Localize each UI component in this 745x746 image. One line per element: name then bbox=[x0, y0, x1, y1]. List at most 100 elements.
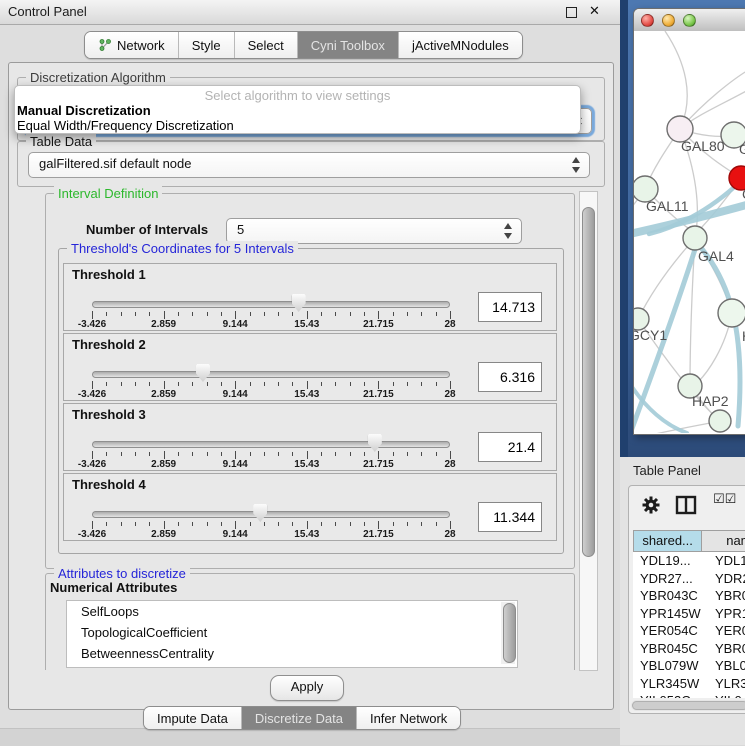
cell-name: YBR0 bbox=[710, 587, 745, 605]
network-node[interactable] bbox=[718, 299, 745, 327]
popup-item-equal-width-frequency[interactable]: Equal Width/Frequency Discretization bbox=[15, 118, 580, 133]
table-hscrollbar[interactable] bbox=[631, 700, 745, 711]
network-node-label: GAL11 bbox=[646, 198, 689, 214]
attribute-item[interactable]: BetweennessCentrality bbox=[67, 643, 517, 664]
threshold-value-box[interactable]: 11.344 bbox=[478, 502, 542, 532]
network-canvas[interactable]: GAL80G.CGAL11GAL4GCY1HHAP2 bbox=[634, 31, 745, 434]
numerical-attributes-list[interactable]: SelfLoopsTopologicalCoefficientBetweenne… bbox=[66, 600, 518, 668]
cell-shared-name: YBL079W bbox=[633, 657, 710, 675]
network-window-titlebar[interactable] bbox=[634, 9, 745, 32]
bottom-tabstrip: Impute Data Discretize Data Infer Network bbox=[143, 706, 461, 730]
settings-gear-icon[interactable] bbox=[641, 495, 661, 515]
top-tabstrip: Network Style Select Cyni ToolboxjActiveMNo… bbox=[84, 31, 523, 59]
table-row[interactable]: YPR145WYPR1 bbox=[633, 605, 745, 623]
network-icon bbox=[98, 38, 112, 52]
network-graph: GAL80G.CGAL11GAL4GCY1HHAP2 bbox=[634, 31, 745, 433]
table-rows: YDL19...YDL1YDR27...YDR2YBR043CYBR0YPR14… bbox=[633, 552, 745, 698]
threshold-slider[interactable]: -3.4262.8599.14415.4321.71528 bbox=[92, 404, 450, 472]
threshold-value-box[interactable]: 6.316 bbox=[478, 362, 542, 392]
cell-name: YIL0 bbox=[710, 692, 742, 698]
table-row[interactable]: YIL052CYIL0 bbox=[633, 692, 745, 698]
table-row[interactable]: YLR345WYLR3 bbox=[633, 675, 745, 693]
network-node-label: GCY1 bbox=[634, 327, 667, 343]
table-data-selected: galFiltered.sif default node bbox=[39, 156, 191, 171]
panel-scrollbar[interactable] bbox=[579, 191, 598, 671]
table-panel: Table Panel ☑☑ shared... bbox=[620, 457, 745, 745]
attributes-title: Attributes to discretize bbox=[54, 566, 190, 581]
tab-label: Discretize Data bbox=[255, 711, 343, 726]
slider-track[interactable] bbox=[92, 371, 450, 378]
tab-jactivemnodules[interactable]: jActiveMNodules bbox=[398, 32, 522, 58]
network-node[interactable] bbox=[683, 226, 707, 250]
tab-select[interactable]: Select bbox=[234, 32, 297, 58]
table-row[interactable]: YBL079WYBL0 bbox=[633, 657, 745, 675]
threshold-slider[interactable]: -3.4262.8599.14415.4321.71528 bbox=[92, 334, 450, 402]
close-traffic-light-icon[interactable] bbox=[641, 14, 654, 27]
thresholds-host: Threshold 1 -3.4262.8599.14415.4321.7152… bbox=[59, 263, 557, 543]
popup-item-manual-discretization[interactable]: Manual Discretization bbox=[15, 103, 580, 118]
attribute-item[interactable]: TopologicalCoefficient bbox=[67, 622, 517, 643]
table-toolbar: ☑☑ bbox=[629, 486, 745, 526]
attributes-scrollbar[interactable] bbox=[501, 602, 515, 664]
threshold-value-box[interactable]: 14.713 bbox=[478, 292, 542, 322]
table-row[interactable]: YDR27...YDR2 bbox=[633, 570, 745, 588]
threshold-value-box[interactable]: 21.4 bbox=[478, 432, 542, 462]
network-node-label: G. bbox=[739, 141, 745, 157]
interval-definition-title: Interval Definition bbox=[54, 186, 162, 201]
column-header-name[interactable]: name bbox=[702, 530, 745, 552]
slider-handle[interactable] bbox=[196, 364, 210, 382]
tab-label: Style bbox=[192, 38, 221, 53]
table-header-row: shared... name bbox=[633, 530, 745, 552]
zoom-traffic-light-icon[interactable] bbox=[683, 14, 696, 27]
slider-scale-labels: -3.4262.8599.14415.4321.71528 bbox=[92, 459, 450, 470]
interval-definition-group: Interval Definition Number of Intervals … bbox=[45, 193, 575, 569]
column-header-shared[interactable]: shared... bbox=[633, 530, 702, 552]
slider-track[interactable] bbox=[92, 511, 450, 518]
cell-name: YPR1 bbox=[710, 605, 745, 623]
attribute-item[interactable]: SelfLoops bbox=[67, 601, 517, 622]
slider-track[interactable] bbox=[92, 301, 450, 308]
table-hscrollbar-thumb[interactable] bbox=[632, 701, 745, 710]
table-row[interactable]: YBR043CYBR0 bbox=[633, 587, 745, 605]
network-view-window[interactable]: GAL80G.CGAL11GAL4GCY1HHAP2 bbox=[633, 8, 745, 435]
slider-handle[interactable] bbox=[253, 504, 267, 522]
split-columns-icon[interactable] bbox=[675, 495, 697, 515]
tab-infer-network[interactable]: Infer Network bbox=[356, 707, 460, 729]
network-node[interactable] bbox=[709, 410, 731, 432]
control-panel-titlebar: Control Panel ✕ bbox=[0, 0, 620, 25]
cell-name: YDR2 bbox=[710, 570, 745, 588]
cell-name: YBR0 bbox=[710, 640, 745, 658]
attributes-scrollbar-thumb[interactable] bbox=[503, 603, 516, 663]
tab-cyni-toolbox[interactable]: Cyni Toolbox bbox=[297, 32, 398, 58]
cell-name: YBL0 bbox=[710, 657, 745, 675]
close-icon[interactable]: ✕ bbox=[589, 3, 600, 19]
threshold-slider[interactable]: -3.4262.8599.14415.4321.71528 bbox=[92, 474, 450, 542]
table-row[interactable]: YBR045CYBR0 bbox=[633, 640, 745, 658]
apply-button[interactable]: Apply bbox=[270, 675, 344, 701]
slider-scale-labels: -3.4262.8599.14415.4321.71528 bbox=[92, 529, 450, 540]
select-columns-icon[interactable]: ☑☑ bbox=[713, 492, 736, 507]
tab-label: Select bbox=[248, 38, 284, 53]
tab-label: Network bbox=[117, 38, 165, 53]
table-data-combobox[interactable]: galFiltered.sif default node bbox=[28, 152, 590, 178]
tab-discretize-data[interactable]: Discretize Data bbox=[241, 707, 356, 729]
slider-handle[interactable] bbox=[292, 294, 306, 312]
table-row[interactable]: YDL19...YDL1 bbox=[633, 552, 745, 570]
tab-network[interactable]: Network bbox=[85, 32, 178, 58]
threshold-panel: Threshold 3 -3.4262.8599.14415.4321.7152… bbox=[63, 403, 557, 471]
control-panel: Control Panel ✕ Network Style Select Cyni T… bbox=[0, 0, 620, 745]
minimize-traffic-light-icon[interactable] bbox=[662, 14, 675, 27]
table-row[interactable]: YER054CYER0 bbox=[633, 622, 745, 640]
slider-handle[interactable] bbox=[368, 434, 382, 452]
tab-style[interactable]: Style bbox=[178, 32, 234, 58]
threshold-slider[interactable]: -3.4262.8599.14415.4321.71528 bbox=[92, 264, 450, 332]
algorithm-dropdown-popup: Select algorithm to view settings Manual… bbox=[14, 85, 581, 134]
slider-track[interactable] bbox=[92, 441, 450, 448]
number-of-intervals-label: Number of Intervals bbox=[86, 222, 208, 237]
panel-scrollbar-thumb[interactable] bbox=[582, 207, 595, 557]
float-window-icon[interactable] bbox=[566, 7, 577, 18]
cell-name: YLR3 bbox=[710, 675, 745, 693]
bottom-strip bbox=[0, 728, 620, 746]
threshold-panel: Threshold 1 -3.4262.8599.14415.4321.7152… bbox=[63, 263, 557, 331]
tab-impute-data[interactable]: Impute Data bbox=[144, 707, 241, 729]
